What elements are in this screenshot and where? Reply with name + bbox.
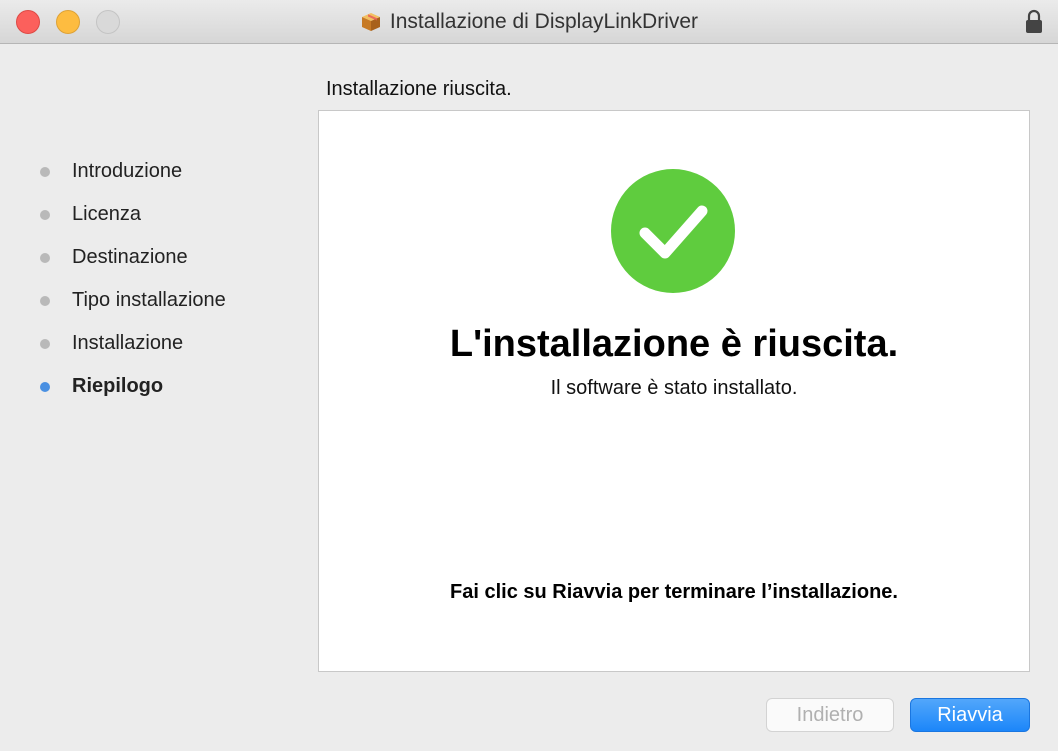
sidebar-item-licenza: Licenza [40,193,226,236]
sidebar-item-label: Destinazione [72,246,188,268]
window-title: Installazione di DisplayLinkDriver [389,10,699,33]
window-title-wrap: Installazione di DisplayLinkDriver [0,0,1058,44]
step-dot-icon [40,338,50,349]
lock-icon [1026,9,1042,33]
page-header: Installazione riuscita. [326,78,512,100]
restart-instruction: Fai clic su Riavvia per terminare l’inst… [450,581,898,603]
sidebar-item-destinazione: Destinazione [40,236,226,279]
sidebar-item-introduzione: Introduzione [40,150,226,193]
sidebar-item-label: Licenza [72,203,141,225]
content-panel: L'installazione è riuscita. Il software … [318,110,1030,672]
success-subtitle: Il software è stato installato. [550,377,798,399]
success-title: L'installazione è riuscita. [449,323,899,365]
restart-button[interactable]: Riavvia [910,698,1030,732]
title-bar[interactable]: Installazione di DisplayLinkDriver [0,0,1058,44]
back-button: Indietro [766,698,894,732]
sidebar-item-label: Riepilogo [72,375,164,397]
package-icon [361,13,380,31]
sidebar-item-tipo-installazione: Tipo installazione [40,279,226,322]
step-dot-icon [40,166,50,177]
sidebar-item-installazione: Installazione [40,322,226,365]
sidebar-item-label: Tipo installazione [72,289,226,311]
steps-sidebar: Introduzione Licenza Destinazione Tipo i… [40,150,226,408]
sidebar-item-label: Introduzione [72,160,183,182]
step-dot-active-icon [40,381,50,392]
checkmark-circle-icon [611,169,735,293]
sidebar-item-riepilogo: Riepilogo [40,365,226,408]
step-dot-icon [40,295,50,306]
sidebar-item-label: Installazione [72,332,184,354]
installer-window: Installazione di DisplayLinkDriver Intro… [0,0,1058,751]
step-dot-icon [40,209,50,220]
step-dot-icon [40,252,50,263]
